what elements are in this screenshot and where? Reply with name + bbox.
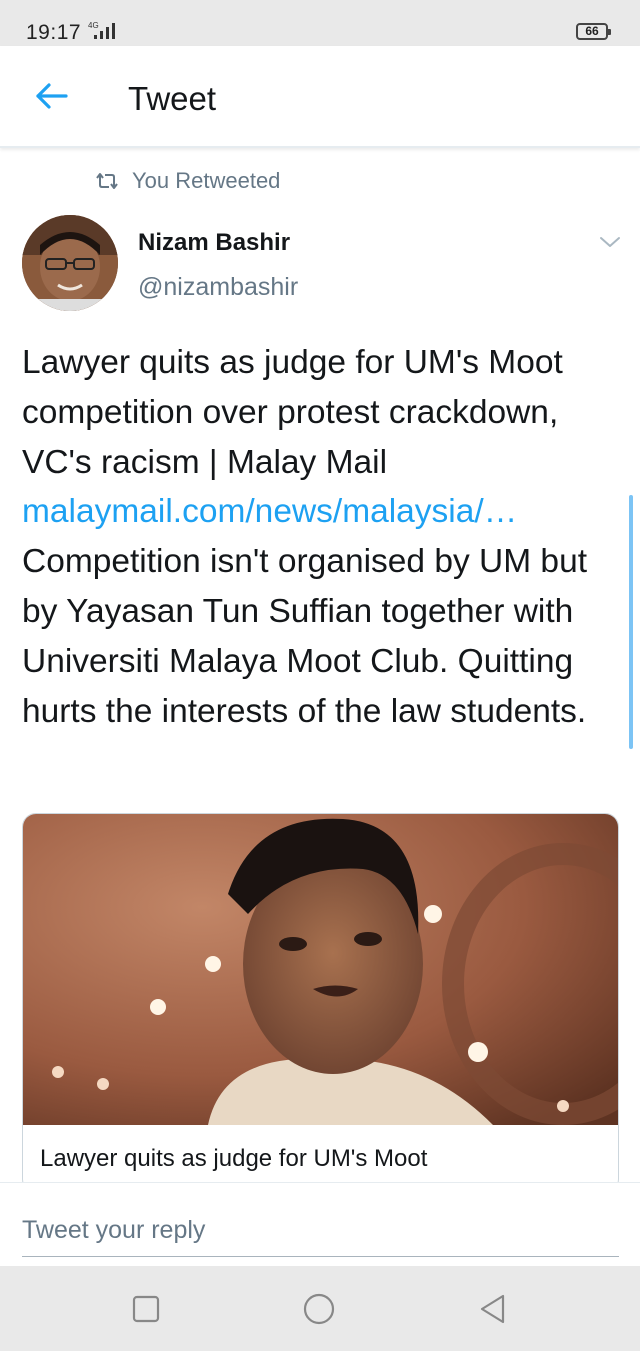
- status-bar: 19:17 4G 66: [0, 0, 640, 46]
- signal-icon: 4G: [88, 21, 115, 39]
- avatar[interactable]: [22, 215, 118, 311]
- avatar-image: [22, 215, 118, 311]
- retweet-icon: [96, 173, 118, 189]
- scrollbar[interactable]: [629, 495, 633, 749]
- network-label: 4G: [88, 21, 99, 30]
- tweet-text: Lawyer quits as judge for UM's Moot comp…: [22, 338, 622, 736]
- reply-input[interactable]: [22, 1205, 619, 1257]
- triangle-back-icon[interactable]: [476, 1292, 510, 1326]
- retweet-label: You Retweeted: [132, 168, 281, 193]
- arrow-left-icon[interactable]: [30, 80, 70, 112]
- system-nav-bar: [0, 1266, 640, 1351]
- card-title: Lawyer quits as judge for UM's Moot: [40, 1145, 428, 1172]
- app-header: Tweet: [0, 46, 640, 148]
- chevron-down-icon[interactable]: [597, 233, 623, 251]
- reply-bar: [0, 1182, 640, 1266]
- author-name[interactable]: Nizam Bashir: [138, 229, 290, 257]
- author-handle[interactable]: @nizambashir: [138, 273, 298, 302]
- battery-icon: 66: [576, 23, 611, 40]
- status-time: 19:17: [26, 21, 82, 44]
- square-recents-icon[interactable]: [129, 1292, 163, 1326]
- page-title: Tweet: [128, 80, 217, 117]
- link-card[interactable]: Lawyer quits as judge for UM's Moot: [22, 813, 619, 1193]
- tweet-text-part: Lawyer quits as judge for UM's Moot comp…: [22, 344, 563, 481]
- tweet-text-part: Competition isn't organised by UM but by…: [22, 543, 588, 730]
- circle-home-icon[interactable]: [302, 1292, 336, 1326]
- retweet-indicator: You Retweeted: [94, 168, 280, 194]
- tweet-link[interactable]: malaymail.com/news/malaysia/…: [22, 493, 517, 530]
- card-image: [23, 814, 618, 1125]
